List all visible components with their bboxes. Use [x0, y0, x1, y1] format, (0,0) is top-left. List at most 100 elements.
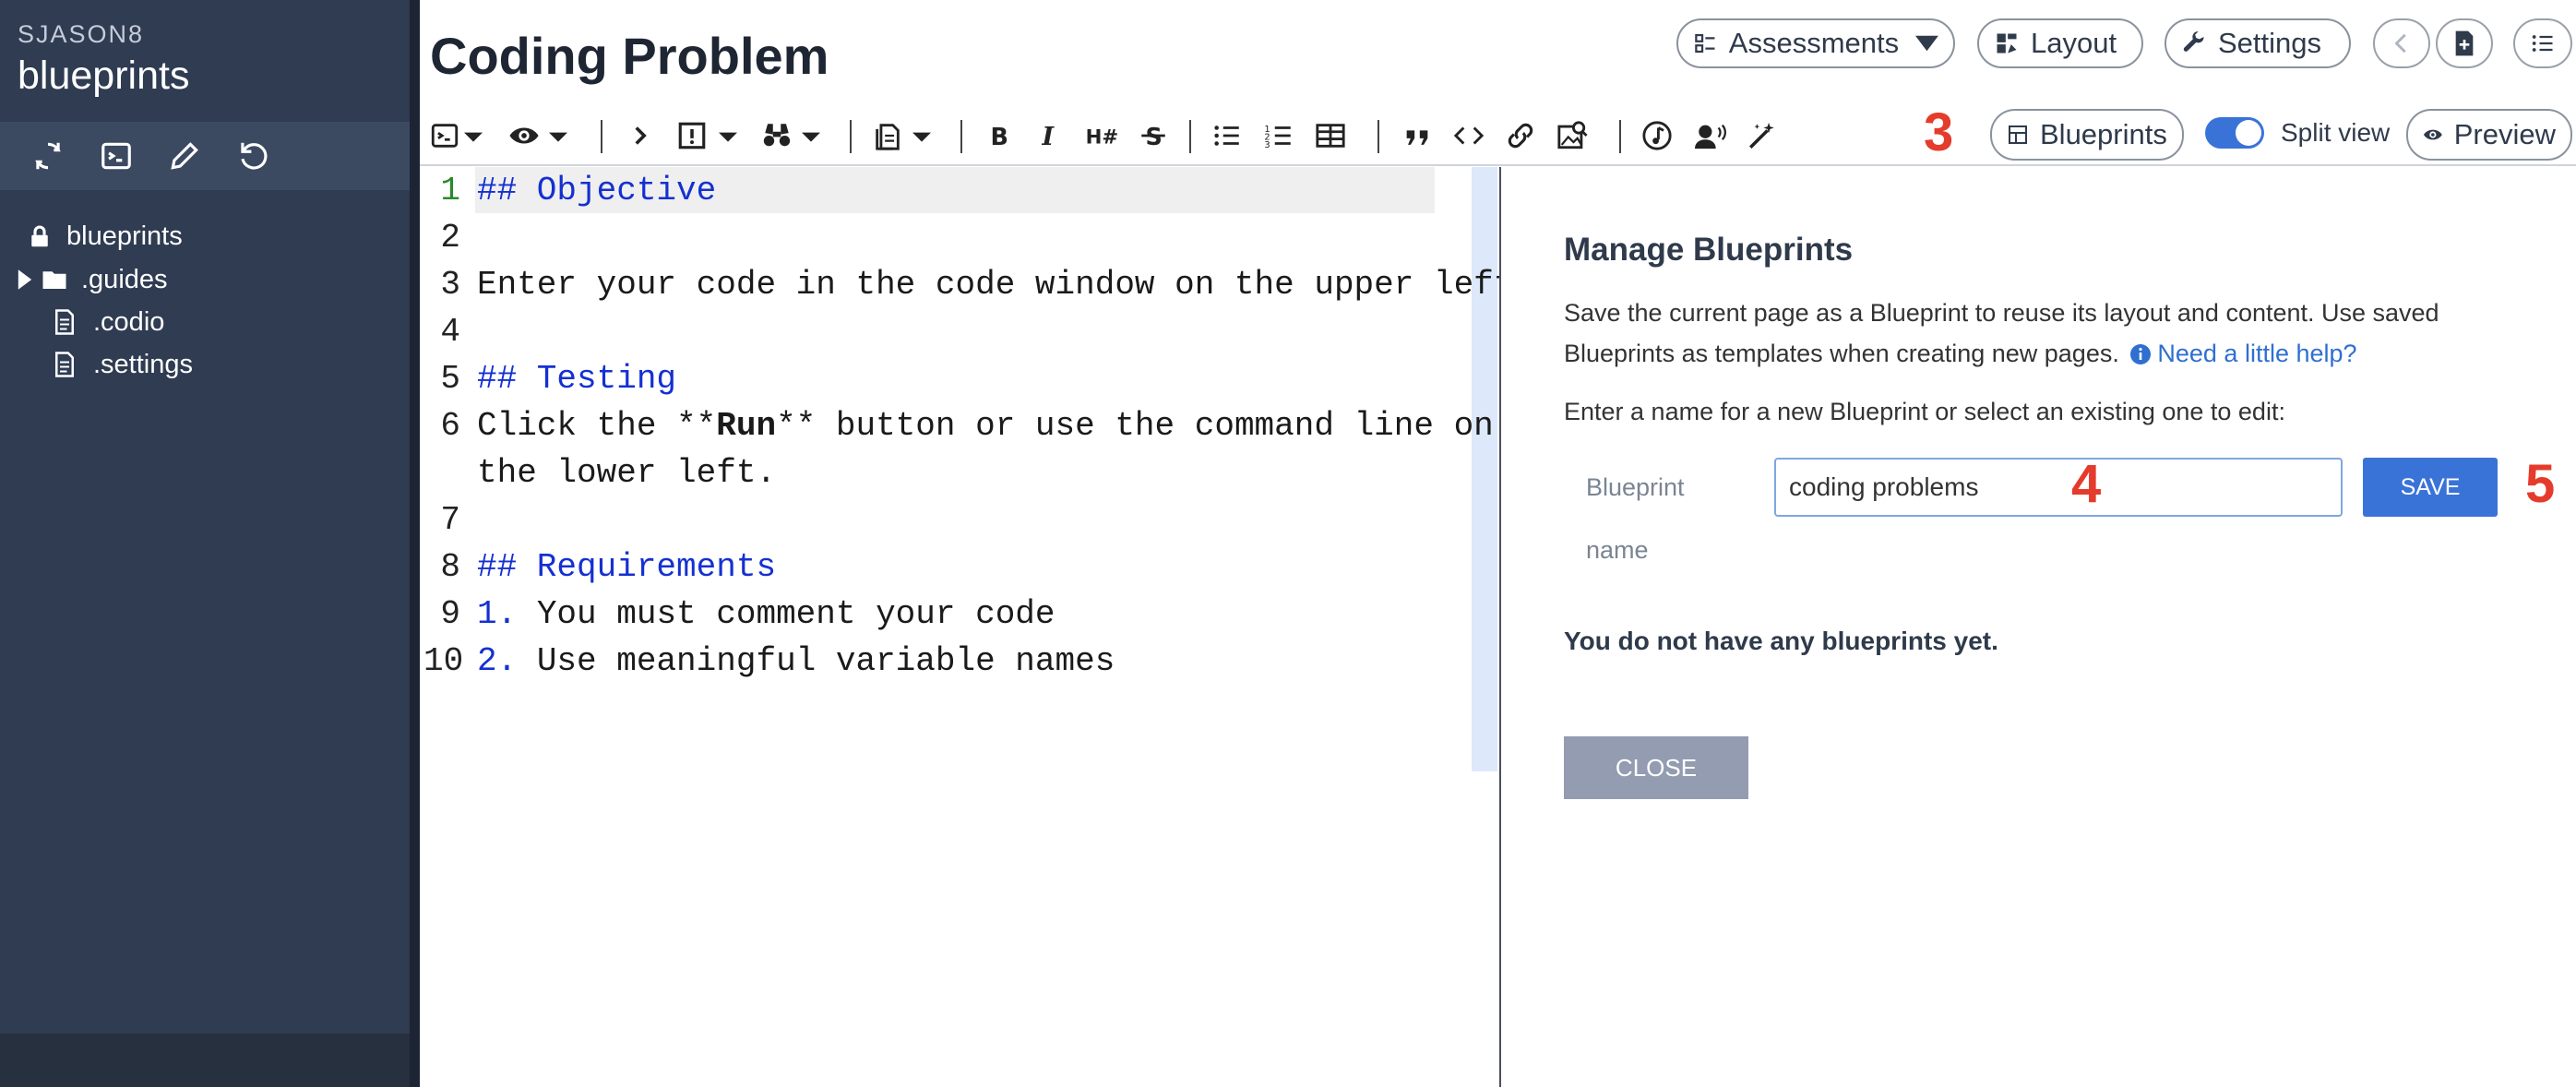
sidebar-toolbar	[0, 122, 410, 190]
link-icon[interactable]	[1505, 120, 1536, 151]
manage-blueprints-panel: Manage Blueprints Save the current page …	[1501, 167, 2576, 1087]
line-number: 1	[440, 172, 460, 209]
svg-text:3: 3	[1264, 140, 1270, 150]
markdown-editor[interactable]: 1 ## Objective 2 3 Enter your code in th…	[420, 167, 1533, 1087]
settings-button[interactable]: Settings	[2165, 18, 2351, 68]
document-copy-icon[interactable]	[872, 120, 903, 151]
svg-text:H#: H#	[1086, 126, 1119, 149]
line-number: 9	[440, 595, 460, 633]
tree-item-guides[interactable]: .guides	[17, 261, 168, 298]
assessments-dropdown[interactable]: Assessments	[1676, 18, 1955, 68]
caret-right-icon[interactable]	[17, 269, 33, 290]
blueprint-prompt: Enter a name for a new Blueprint or sele…	[1564, 398, 2285, 425]
layout-button[interactable]: Layout	[1977, 18, 2143, 68]
caret-down-icon[interactable]	[549, 120, 567, 151]
eye-icon[interactable]	[508, 120, 540, 151]
code-text: ** button or use the command line on	[776, 407, 1494, 445]
alert-box-icon[interactable]	[676, 120, 708, 151]
caret-down-icon[interactable]	[912, 120, 931, 151]
toolbar-divider	[1189, 120, 1191, 153]
svg-text:S: S	[1146, 124, 1163, 151]
help-link[interactable]: Need a little help?	[2126, 340, 2357, 367]
list-icon	[2532, 35, 2553, 52]
eye-icon	[2423, 129, 2442, 140]
line-number: 7	[440, 501, 460, 539]
code-line-6: Click the **Run** button or use the comm…	[477, 407, 1494, 445]
quote-icon[interactable]	[1401, 120, 1433, 151]
numbered-list-icon[interactable]: 123	[1263, 120, 1294, 151]
add-page-button[interactable]	[2436, 18, 2493, 68]
terminal-icon[interactable]	[99, 138, 134, 173]
chevron-right-icon[interactable]	[625, 120, 656, 151]
help-link-text: Need a little help?	[2157, 340, 2357, 367]
folder-icon	[42, 271, 66, 289]
tree-item-label: blueprints	[66, 221, 183, 251]
music-note-icon[interactable]	[1641, 120, 1673, 151]
back-button[interactable]	[2373, 18, 2430, 68]
annotation-4: 4	[2071, 454, 2102, 514]
split-view-label: Split view	[2281, 118, 2391, 147]
editor-scrollbar[interactable]	[1472, 167, 1497, 771]
toolbar-divider	[1619, 120, 1621, 153]
line-number: 2	[440, 219, 460, 257]
toolbar-divider	[1377, 120, 1379, 153]
blueprint-name-label-cont: name	[1586, 536, 1649, 564]
code-icon[interactable]	[1453, 120, 1485, 151]
code-line-3: Enter your code in the code window on th…	[477, 266, 1533, 304]
code-bold-text: Run	[716, 407, 777, 445]
table-icon[interactable]	[1315, 120, 1346, 151]
toolbar-divider	[960, 120, 962, 153]
toggle-knob	[2236, 120, 2261, 146]
line-number: 6	[440, 407, 460, 445]
sync-icon[interactable]	[30, 138, 66, 173]
caret-down-icon[interactable]	[802, 120, 820, 151]
blueprints-label: Blueprints	[2040, 118, 2167, 150]
code-line-10: 2. Use meaningful variable names	[477, 642, 1115, 680]
image-search-icon[interactable]	[1556, 120, 1588, 151]
split-view-toggle[interactable]	[2205, 117, 2264, 149]
svg-text:B: B	[991, 124, 1008, 151]
bold-icon[interactable]: B	[983, 120, 1014, 151]
terminal-icon[interactable]	[429, 120, 460, 151]
caret-down-icon[interactable]	[719, 120, 737, 151]
sidebar-resize-handle[interactable]	[410, 0, 420, 1087]
code-list-marker: 1.	[477, 595, 518, 633]
strikethrough-icon[interactable]: S	[1138, 120, 1169, 151]
settings-label: Settings	[2218, 27, 2322, 59]
annotation-3: 3	[1924, 102, 1954, 162]
layout-icon	[1997, 33, 2017, 54]
svg-text:I: I	[1042, 123, 1055, 151]
tree-item-label: .guides	[81, 264, 168, 294]
caret-down-icon	[1915, 35, 1938, 52]
italic-icon[interactable]: I	[1034, 120, 1066, 151]
heading-icon[interactable]: H#	[1084, 120, 1121, 151]
add-page-icon	[2455, 30, 2474, 56]
tree-item-codio[interactable]: .codio	[51, 304, 164, 340]
bullet-list-icon[interactable]	[1211, 120, 1243, 151]
blueprint-icon	[2009, 125, 2027, 144]
code-text: Click the **	[477, 407, 717, 445]
page-title: Coding Problem	[430, 27, 829, 85]
tree-item-settings[interactable]: .settings	[51, 346, 193, 383]
code-text: Use meaningful variable names	[517, 642, 1115, 680]
blueprint-name-input[interactable]	[1774, 458, 2343, 517]
save-button[interactable]: SAVE	[2363, 458, 2498, 517]
binoculars-icon[interactable]	[761, 120, 793, 151]
file-icon	[55, 352, 74, 377]
layout-label: Layout	[2031, 27, 2117, 59]
magic-wand-icon[interactable]	[1747, 120, 1778, 151]
pencil-icon[interactable]	[167, 138, 202, 173]
preview-label: Preview	[2453, 118, 2556, 150]
voice-icon[interactable]	[1693, 120, 1728, 151]
close-button[interactable]: CLOSE	[1564, 736, 1748, 799]
page-list-button[interactable]	[2513, 18, 2572, 68]
preview-button[interactable]: Preview	[2406, 109, 2572, 161]
tree-item-blueprints[interactable]: blueprints	[26, 218, 183, 255]
refresh-icon[interactable]	[235, 138, 270, 173]
blueprint-name-label: Blueprint	[1586, 473, 1685, 501]
code-line-6-wrap: the lower left.	[477, 454, 777, 492]
blueprints-button[interactable]: Blueprints	[1990, 109, 2184, 161]
caret-down-icon[interactable]	[464, 120, 483, 151]
line-number: 8	[440, 548, 460, 586]
code-text: You must comment your code	[517, 595, 1055, 633]
